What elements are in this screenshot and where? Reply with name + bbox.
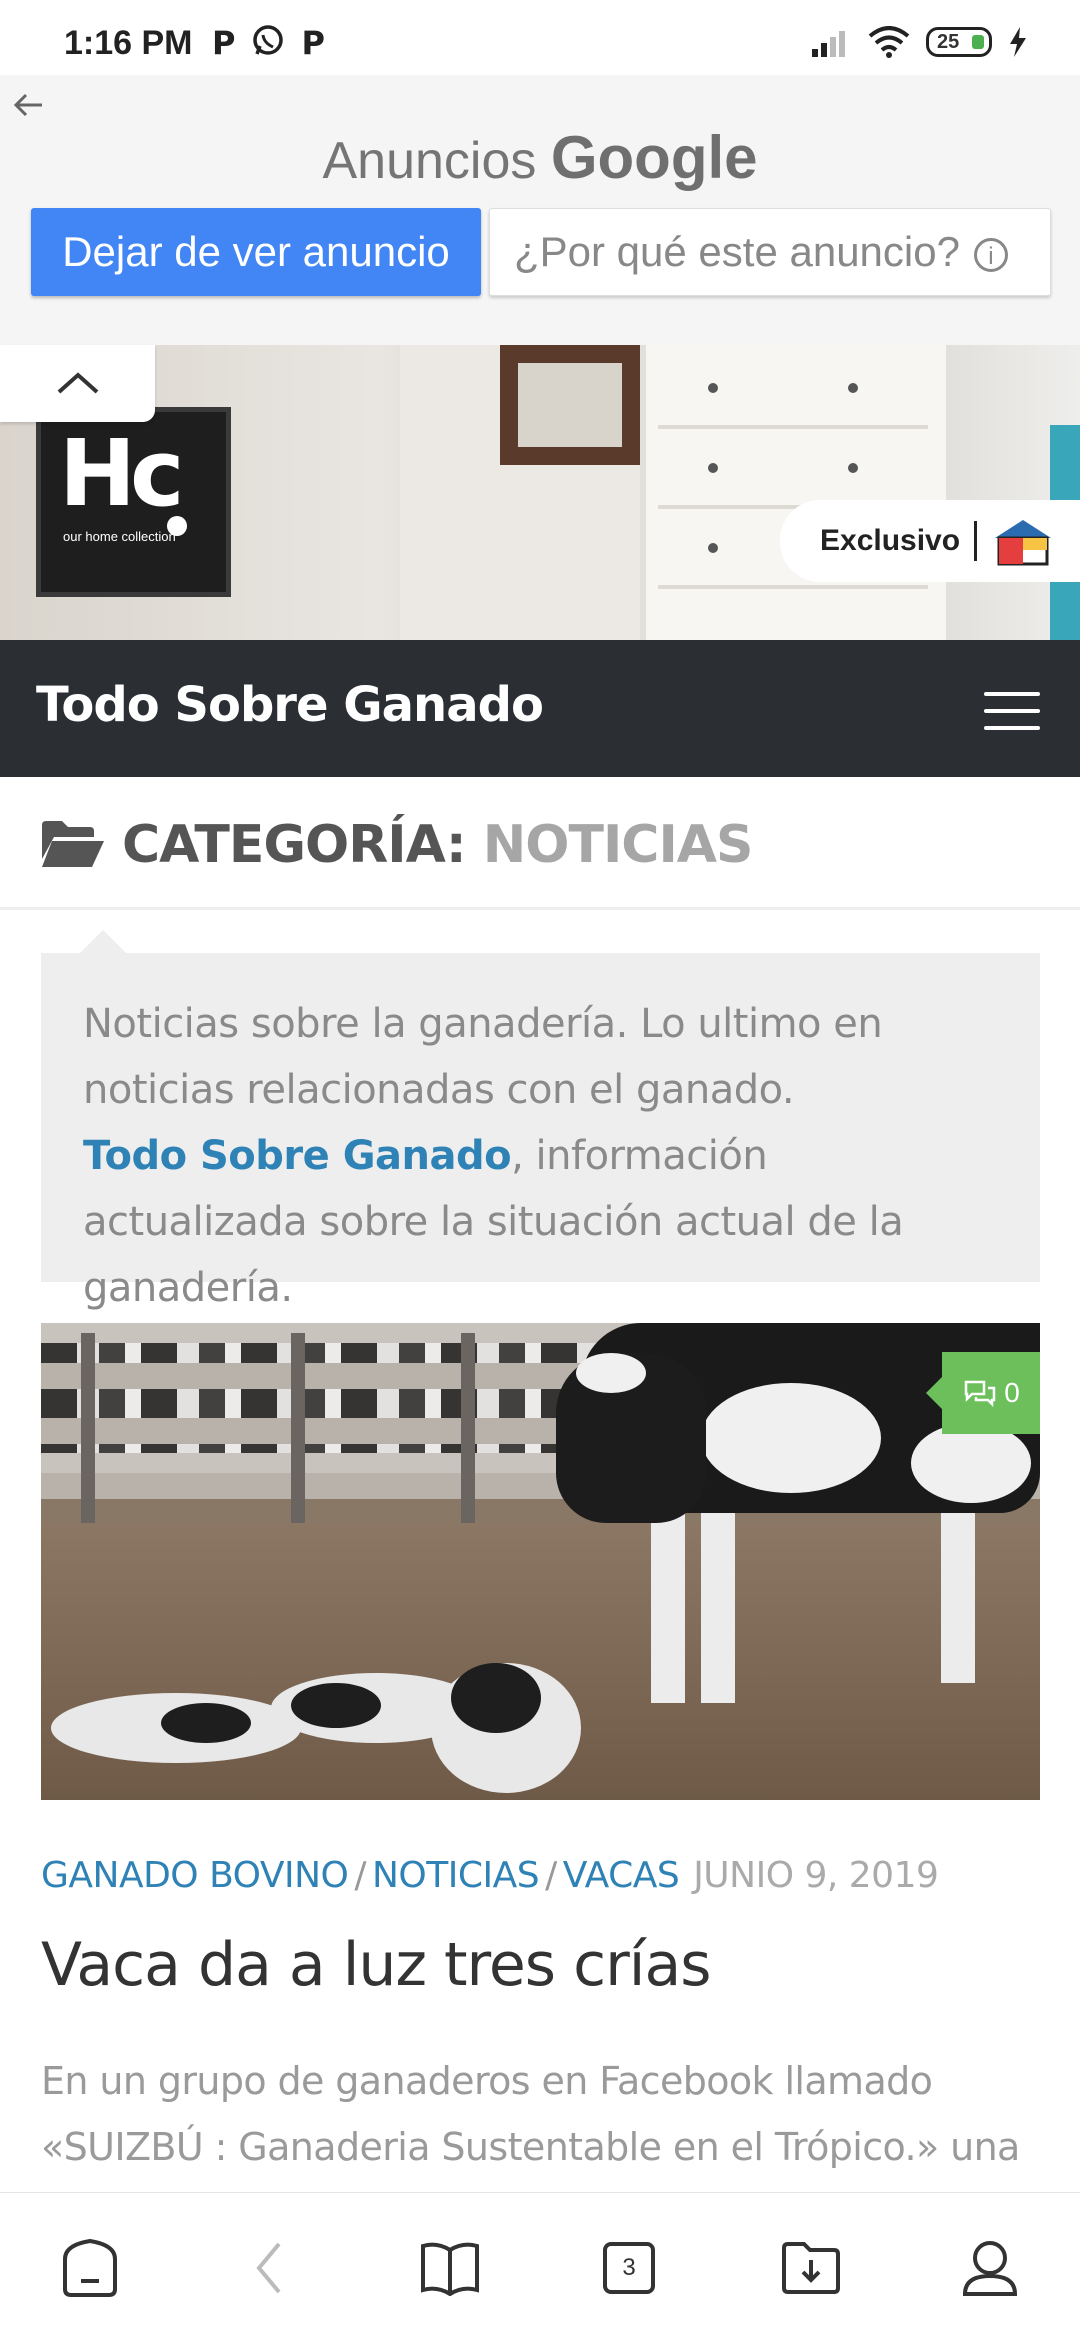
article-image[interactable]	[41, 1323, 1040, 1800]
description-link[interactable]: Todo Sobre Ganado	[83, 1133, 512, 1179]
battery-fill	[972, 35, 984, 49]
category-description: Noticias sobre la ganadería. Lo ultimo e…	[41, 953, 1040, 1311]
calf	[51, 1693, 301, 1763]
banner-dresser	[640, 345, 946, 640]
category-prefix: CATEGORÍA:	[122, 815, 467, 875]
status-indicators: 25	[812, 26, 1028, 58]
status-app-icons: P P	[212, 24, 325, 66]
ad-title-brand: Google	[550, 124, 758, 191]
category-name: NOTICIAS	[482, 815, 754, 875]
info-icon: i	[973, 237, 1008, 272]
image-fence-post	[461, 1333, 475, 1533]
hc-logo-sub: our home collection	[63, 529, 176, 544]
image-fence-post	[291, 1333, 305, 1533]
article-title[interactable]: Vaca da a luz tres crías	[41, 1930, 711, 2000]
hc-logo: Hc our home collection	[36, 407, 231, 597]
dresser-drawer	[658, 355, 928, 429]
back-arrow-icon[interactable]	[12, 85, 44, 127]
calf	[431, 1663, 581, 1793]
back-button[interactable]	[234, 2233, 304, 2303]
p-app-icon: P	[301, 24, 325, 62]
badge-separator	[974, 521, 978, 561]
meta-separator: /	[354, 1855, 366, 1896]
exclusivo-label: Exclusivo	[820, 524, 961, 557]
cow-head	[556, 1353, 706, 1523]
comment-count: 0	[1004, 1377, 1020, 1408]
cow-leg	[651, 1503, 685, 1703]
description-text: Noticias sobre la ganadería. Lo ultimo e…	[83, 1001, 883, 1113]
why-ad-button[interactable]: ¿Por qué este anuncio? i	[489, 208, 1051, 296]
hamburger-menu-icon[interactable]	[984, 692, 1040, 730]
cow-leg	[701, 1503, 735, 1703]
charging-icon	[1010, 27, 1026, 57]
chevron-up-icon	[57, 372, 99, 394]
site-title[interactable]: Todo Sobre Ganado	[36, 677, 544, 733]
comments-icon	[964, 1380, 996, 1408]
hc-logo-text: Hc	[59, 420, 185, 527]
battery-level: 25	[937, 30, 960, 53]
category-link-vacas[interactable]: VACAS	[563, 1855, 680, 1896]
home-icon	[63, 2238, 117, 2297]
profile-button[interactable]	[955, 2233, 1025, 2303]
banner-ad[interactable]: Hc our home collection	[0, 345, 1080, 640]
folder-open-icon	[42, 821, 104, 867]
article-meta: GANADO BOVINO / NOTICIAS / VACAS JUNIO 9, 201…	[41, 1855, 939, 1896]
tabs-button[interactable]: 3	[594, 2233, 664, 2303]
p-app-icon: P	[212, 24, 236, 62]
signal-icon	[812, 31, 845, 57]
status-time: 1:16 PM	[64, 24, 193, 62]
chevron-left-icon	[256, 2242, 281, 2294]
dresser-drawer	[658, 435, 928, 509]
tab-count: 3	[603, 2242, 655, 2294]
meta-separator: /	[545, 1855, 557, 1896]
reader-button[interactable]	[415, 2233, 485, 2303]
description-notch	[80, 930, 126, 953]
article-date: JUNIO 9, 2019	[693, 1855, 939, 1896]
site-header: Todo Sobre Ganado	[0, 640, 1080, 777]
exclusivo-badge: Exclusivo	[780, 500, 1080, 582]
downloads-button[interactable]	[776, 2233, 846, 2303]
status-bar: 1:16 PM P P 25	[0, 0, 1080, 75]
browser-bottom-nav: 3	[0, 2192, 1080, 2341]
book-icon	[421, 2242, 479, 2296]
why-ad-label: ¿Por qué este anuncio?	[514, 228, 960, 275]
category-link-noticias[interactable]: NOTICIAS	[372, 1855, 540, 1896]
download-folder-icon	[782, 2242, 840, 2294]
banner-mirror	[500, 345, 640, 465]
collapse-ad-button[interactable]	[0, 345, 155, 422]
stop-ad-button[interactable]: Dejar de ver anuncio	[31, 208, 481, 296]
wifi-icon	[868, 26, 910, 58]
house-logo-icon	[995, 520, 1052, 566]
ad-header: Anuncios Google Dejar de ver anuncio ¿Po…	[0, 75, 1080, 345]
home-button[interactable]	[55, 2233, 125, 2303]
image-fence-post	[81, 1333, 95, 1533]
category-link-ganado-bovino[interactable]: GANADO BOVINO	[41, 1855, 349, 1896]
comment-count-badge[interactable]: 0	[926, 1352, 1040, 1434]
user-icon	[962, 2241, 1018, 2296]
category-label: CATEGORÍA: NOTICIAS	[122, 815, 753, 875]
whatsapp-icon	[251, 24, 285, 66]
ad-title: Anuncios Google	[0, 123, 1080, 192]
cow-leg	[941, 1493, 975, 1683]
battery-indicator: 25	[926, 27, 992, 57]
category-heading: CATEGORÍA: NOTICIAS	[0, 777, 1080, 910]
ad-title-prefix: Anuncios	[322, 132, 537, 190]
